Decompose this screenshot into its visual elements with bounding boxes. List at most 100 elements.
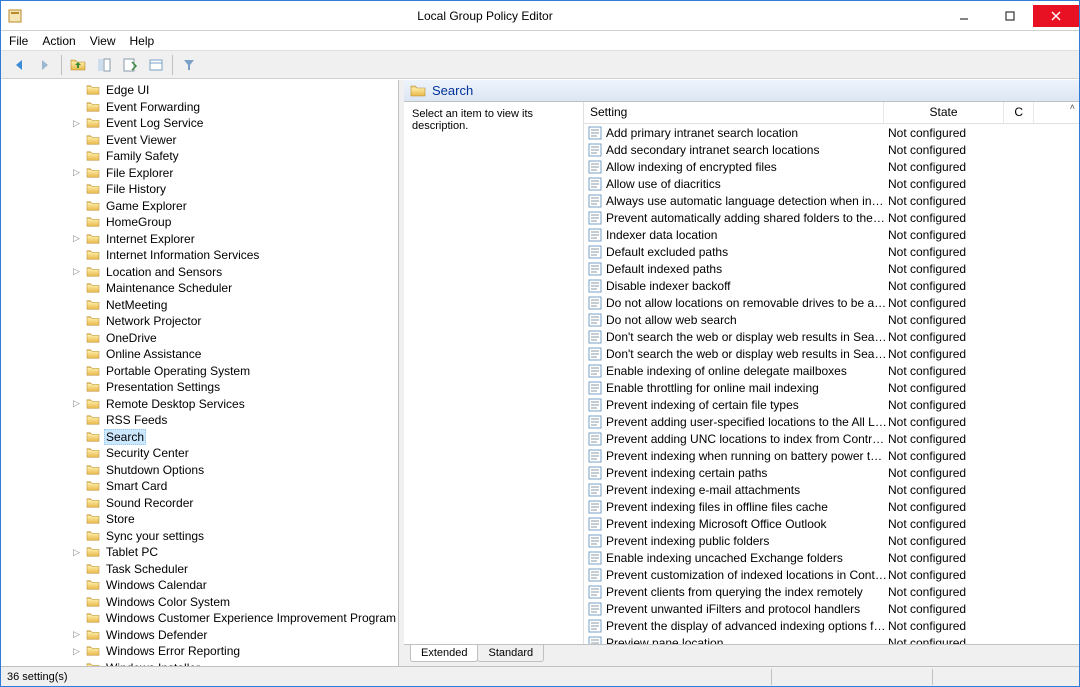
tree-node[interactable]: Smart Card	[3, 478, 398, 495]
tree-node[interactable]: File Explorer	[3, 165, 398, 182]
tree-node[interactable]: File History	[3, 181, 398, 198]
tree-node[interactable]: Network Projector	[3, 313, 398, 330]
setting-row[interactable]: Prevent the display of advanced indexing…	[584, 617, 1079, 634]
col-comment[interactable]: C	[1004, 102, 1034, 123]
setting-row[interactable]: Prevent indexing of certain file typesNo…	[584, 396, 1079, 413]
setting-name: Prevent indexing when running on battery…	[606, 449, 888, 463]
setting-row[interactable]: Disable indexer backoffNot configured	[584, 277, 1079, 294]
tree-node[interactable]: Online Assistance	[3, 346, 398, 363]
setting-row[interactable]: Prevent automatically adding shared fold…	[584, 209, 1079, 226]
setting-row[interactable]: Add primary intranet search locationNot …	[584, 124, 1079, 141]
setting-row[interactable]: Always use automatic language detection …	[584, 192, 1079, 209]
col-state[interactable]: State	[884, 102, 1004, 123]
tree-node[interactable]: Sync your settings	[3, 528, 398, 545]
tree-node[interactable]: Internet Explorer	[3, 231, 398, 248]
minimize-button[interactable]	[941, 5, 987, 27]
setting-row[interactable]: Default excluded pathsNot configured	[584, 243, 1079, 260]
export-button[interactable]	[118, 53, 142, 77]
tree-node[interactable]: Presentation Settings	[3, 379, 398, 396]
tree-node[interactable]: Windows Error Reporting	[3, 643, 398, 660]
policy-icon	[588, 245, 602, 259]
setting-row[interactable]: Enable throttling for online mail indexi…	[584, 379, 1079, 396]
setting-row[interactable]: Enable indexing uncached Exchange folder…	[584, 549, 1079, 566]
scroll-up-icon[interactable]: ˄	[1070, 102, 1075, 112]
tree-node[interactable]: Windows Defender	[3, 627, 398, 644]
setting-row[interactable]: Enable indexing of online delegate mailb…	[584, 362, 1079, 379]
back-button[interactable]	[7, 53, 31, 77]
menu-file[interactable]: File	[9, 34, 28, 48]
forward-button[interactable]	[33, 53, 57, 77]
setting-row[interactable]: Prevent unwanted iFilters and protocol h…	[584, 600, 1079, 617]
tree-node[interactable]: Location and Sensors	[3, 264, 398, 281]
tree-node[interactable]: Edge UI	[3, 82, 398, 99]
setting-row[interactable]: Don't search the web or display web resu…	[584, 328, 1079, 345]
setting-state: Not configured	[888, 211, 1008, 225]
folder-icon	[86, 563, 100, 575]
menu-help[interactable]: Help	[130, 34, 155, 48]
tree-node[interactable]: Portable Operating System	[3, 363, 398, 380]
tree-node[interactable]: Event Forwarding	[3, 99, 398, 116]
window-title: Local Group Policy Editor	[29, 9, 941, 23]
tree-node[interactable]: OneDrive	[3, 330, 398, 347]
setting-row[interactable]: Prevent adding UNC locations to index fr…	[584, 430, 1079, 447]
setting-row[interactable]: Don't search the web or display web resu…	[584, 345, 1079, 362]
tree-label: Search	[104, 429, 146, 445]
filter-button[interactable]	[177, 53, 201, 77]
tree-node[interactable]: Security Center	[3, 445, 398, 462]
tree-node[interactable]: Shutdown Options	[3, 462, 398, 479]
settings-list[interactable]: Setting State C ˄ Add primary intranet s…	[584, 102, 1079, 644]
refresh-button[interactable]	[144, 53, 168, 77]
menu-view[interactable]: View	[90, 34, 116, 48]
setting-row[interactable]: Prevent indexing public foldersNot confi…	[584, 532, 1079, 549]
setting-row[interactable]: Prevent clients from querying the index …	[584, 583, 1079, 600]
setting-row[interactable]: Allow indexing of encrypted filesNot con…	[584, 158, 1079, 175]
tree-node[interactable]: Game Explorer	[3, 198, 398, 215]
setting-row[interactable]: Prevent indexing certain pathsNot config…	[584, 464, 1079, 481]
setting-row[interactable]: Do not allow locations on removable driv…	[584, 294, 1079, 311]
tree-node[interactable]: Windows Customer Experience Improvement …	[3, 610, 398, 627]
setting-row[interactable]: Do not allow web searchNot configured	[584, 311, 1079, 328]
maximize-button[interactable]	[987, 5, 1033, 27]
tree-label: Event Forwarding	[104, 100, 202, 114]
setting-row[interactable]: Prevent indexing e-mail attachmentsNot c…	[584, 481, 1079, 498]
tab-standard[interactable]: Standard	[477, 645, 544, 662]
setting-row[interactable]: Allow use of diacriticsNot configured	[584, 175, 1079, 192]
up-button[interactable]	[66, 53, 90, 77]
tree-node[interactable]: Family Safety	[3, 148, 398, 165]
setting-name: Preview pane location	[606, 636, 888, 645]
tree-node[interactable]: Remote Desktop Services	[3, 396, 398, 413]
setting-row[interactable]: Add secondary intranet search locationsN…	[584, 141, 1079, 158]
tree-node[interactable]: Task Scheduler	[3, 561, 398, 578]
tree-node[interactable]: HomeGroup	[3, 214, 398, 231]
tree-node[interactable]: Windows Color System	[3, 594, 398, 611]
tree-pane[interactable]: Edge UIEvent ForwardingEvent Log Service…	[1, 80, 399, 666]
tree-node[interactable]: Windows Installer	[3, 660, 398, 667]
setting-row[interactable]: Prevent indexing when running on battery…	[584, 447, 1079, 464]
tree-node[interactable]: Store	[3, 511, 398, 528]
tree-node[interactable]: NetMeeting	[3, 297, 398, 314]
tree-node[interactable]: Event Viewer	[3, 132, 398, 149]
setting-row[interactable]: Prevent indexing Microsoft Office Outloo…	[584, 515, 1079, 532]
close-button[interactable]	[1033, 5, 1079, 27]
show-hide-tree-button[interactable]	[92, 53, 116, 77]
tree-node[interactable]: Internet Information Services	[3, 247, 398, 264]
setting-row[interactable]: Default indexed pathsNot configured	[584, 260, 1079, 277]
tree-node[interactable]: Windows Calendar	[3, 577, 398, 594]
list-header: Setting State C ˄	[584, 102, 1079, 124]
toolbar-sep-2	[172, 55, 173, 75]
tab-extended[interactable]: Extended	[410, 645, 478, 662]
folder-icon	[86, 200, 100, 212]
setting-row[interactable]: Prevent customization of indexed locatio…	[584, 566, 1079, 583]
tree-node[interactable]: Sound Recorder	[3, 495, 398, 512]
setting-row[interactable]: Prevent adding user-specified locations …	[584, 413, 1079, 430]
menu-action[interactable]: Action	[42, 34, 75, 48]
tree-node[interactable]: Search	[3, 429, 398, 446]
col-setting[interactable]: Setting	[584, 102, 884, 123]
tree-node[interactable]: Tablet PC	[3, 544, 398, 561]
setting-row[interactable]: Prevent indexing files in offline files …	[584, 498, 1079, 515]
tree-node[interactable]: Event Log Service	[3, 115, 398, 132]
setting-row[interactable]: Indexer data locationNot configured	[584, 226, 1079, 243]
tree-node[interactable]: RSS Feeds	[3, 412, 398, 429]
setting-row[interactable]: Preview pane locationNot configured	[584, 634, 1079, 644]
tree-node[interactable]: Maintenance Scheduler	[3, 280, 398, 297]
